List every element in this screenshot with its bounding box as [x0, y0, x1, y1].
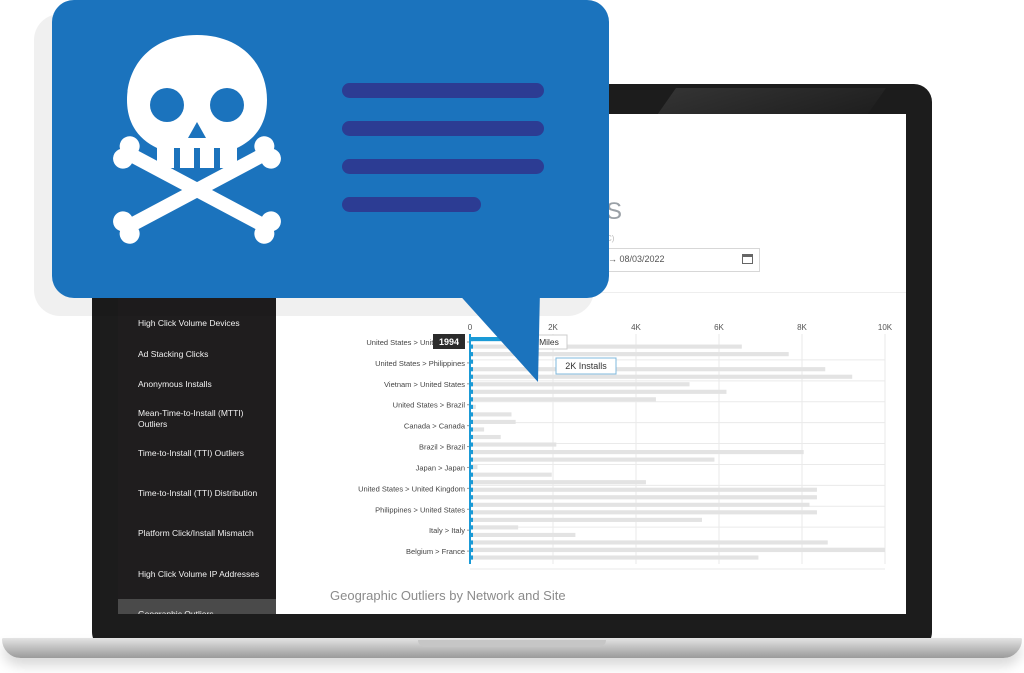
category-label: Brazil > Brazil: [419, 443, 465, 452]
chart-bar: [470, 472, 552, 477]
chart-bar: [470, 547, 885, 553]
bubble-text-line: [342, 121, 544, 136]
chart-bar: [470, 419, 516, 425]
bubble-text-line: [342, 159, 544, 174]
sidebar-item-anonymous-installs[interactable]: Anonymous Installs: [138, 379, 268, 390]
sidebar-item-geographic-outliers[interactable]: Geographic Outliers: [118, 599, 276, 614]
chart-bar: [470, 540, 828, 545]
x-tick-label: 6K: [714, 323, 724, 332]
chart-bar: [470, 374, 853, 379]
category-label: Vietnam > United States: [384, 380, 465, 389]
category-label: Italy > Italy: [429, 526, 465, 535]
laptop-notch: [418, 640, 606, 647]
category-label: Belgium > France: [406, 547, 465, 556]
x-tick-label: 8K: [797, 323, 807, 332]
sidebar-item-ad-stacking-clicks[interactable]: Ad Stacking Clicks: [138, 349, 268, 360]
chart-bar: [470, 382, 690, 387]
chart-bar: [470, 502, 810, 507]
x-tick-label: 2K: [548, 323, 558, 332]
category-label: United States > United Kingdom: [358, 484, 465, 493]
chart-bar: [470, 510, 817, 515]
x-tick-label: 0: [468, 323, 473, 332]
date-range-picker[interactable]: → 08/03/2022: [603, 248, 760, 272]
chart-bar: [470, 450, 804, 455]
chart-bar: [470, 480, 646, 485]
warning-bubble: [52, 0, 609, 298]
date-range-text: → 08/03/2022: [608, 254, 665, 264]
chart-bar: [470, 434, 501, 440]
x-tick-label: 10K: [878, 323, 893, 332]
category-label: United States > Philippines: [375, 359, 465, 368]
calendar-icon[interactable]: [742, 254, 753, 264]
tooltip-unit: Miles: [539, 337, 559, 347]
bubble-text-line: [342, 83, 544, 98]
installs-badge: 2K Installs: [565, 361, 607, 371]
tooltip-value: 1994: [439, 337, 459, 347]
sidebar-item-platform-mismatch[interactable]: Platform Click/Install Mismatch: [138, 528, 268, 539]
chart-bar: [470, 457, 715, 462]
category-label: Japan > Japan: [416, 463, 465, 472]
sidebar-item-tti-distribution[interactable]: Time-to-Install (TTI) Distribution: [138, 488, 268, 499]
x-tick-label: 4K: [631, 323, 641, 332]
chart-bar: [470, 367, 826, 372]
chart-bar: [470, 389, 727, 394]
chart-bar: [470, 517, 702, 522]
chart-caption: Geographic Outliers by Network and Site: [330, 588, 566, 603]
chart-bar: [470, 532, 576, 538]
geo-outliers-chart: 0 2K 4K 6K 8K 10KUnited States > United State…: [358, 323, 893, 570]
chart-bar: [470, 495, 817, 500]
chart-bar: [470, 344, 742, 349]
chart-bar: [470, 442, 557, 447]
bubble-text-line: [342, 197, 481, 212]
chart-bar: [470, 352, 789, 357]
chart-bar: [470, 397, 656, 402]
chart-bar: [470, 525, 519, 530]
category-label: Philippines > United States: [375, 505, 465, 514]
chart-bar: [470, 412, 512, 417]
sidebar-item-tti-outliers[interactable]: Time-to-Install (TTI) Outliers: [138, 448, 268, 459]
sidebar-item-mtti-outliers[interactable]: Mean-Time-to-Install (MTTI) Outliers: [138, 408, 268, 430]
category-label: Canada > Canada: [404, 422, 466, 431]
sidebar-item-high-click-volume-devices[interactable]: High Click Volume Devices: [138, 318, 268, 329]
category-label: United States > Brazil: [393, 401, 466, 410]
chart-bar: [470, 555, 759, 560]
skull-crossbones-icon: [113, 35, 281, 244]
sidebar-item-high-click-volume-ip[interactable]: High Click Volume IP Addresses: [138, 569, 268, 580]
chart-bar: [470, 487, 817, 492]
